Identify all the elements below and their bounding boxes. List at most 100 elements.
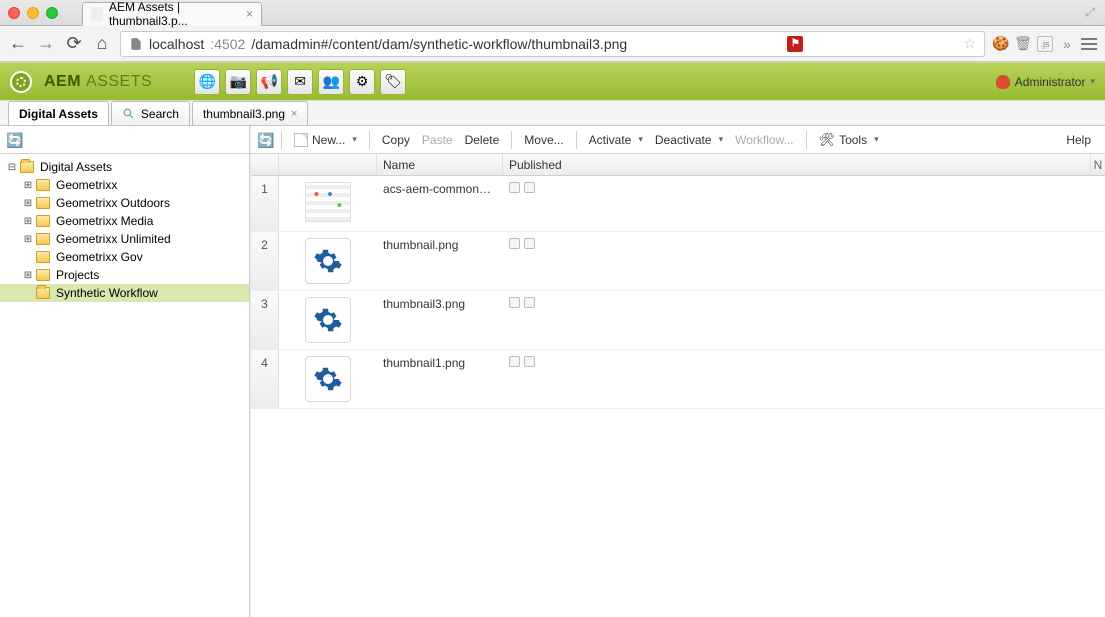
tools-button[interactable]: 🛠 Tools — [815, 130, 883, 150]
user-avatar-icon — [996, 75, 1010, 89]
header-camera-icon[interactable]: 📷 — [225, 69, 251, 95]
checkbox-icon — [524, 182, 535, 193]
app-title: AEM ASSETS — [44, 73, 152, 91]
collapse-icon[interactable]: ⊟ — [6, 162, 18, 173]
header-mail-icon[interactable]: ✉ — [287, 69, 313, 95]
address-bar[interactable]: localhost:4502/damadmin#/content/dam/syn… — [120, 31, 985, 57]
checkbox-icon — [524, 356, 535, 367]
url-path: /damadmin#/content/dam/synthetic-workflo… — [251, 36, 627, 52]
col-published[interactable]: Published — [503, 154, 1091, 175]
aem-logo-icon[interactable] — [10, 71, 32, 93]
folder-tree: ⊟ Digital Assets ⊞ Geometrixx ⊞ Geometri… — [0, 154, 249, 306]
new-button[interactable]: New... — [290, 131, 361, 149]
expand-icon[interactable]: ⤢ — [1085, 5, 1095, 20]
col-name[interactable]: Name — [377, 154, 503, 175]
flash-icon[interactable]: ⚑ — [787, 36, 803, 52]
grid-header: Name Published N — [251, 154, 1105, 176]
refresh-icon[interactable]: 🔄 — [257, 132, 273, 148]
home-button[interactable]: ⌂ — [92, 33, 112, 54]
tree-label: Projects — [56, 268, 99, 282]
chevron-ext-icon[interactable]: » — [1059, 36, 1075, 52]
tab-asset[interactable]: thumbnail3.png × — [192, 101, 309, 125]
content-pane: 🔄 New... Copy Paste Delete Move... Activ… — [250, 126, 1105, 617]
header-users-icon[interactable]: 👥 — [318, 69, 344, 95]
reload-button[interactable]: ⟳ — [64, 33, 84, 54]
close-tab-icon[interactable]: × — [246, 7, 253, 21]
new-file-icon — [294, 133, 308, 147]
grid-row[interactable]: 3 thumbnail3.png — [251, 291, 1105, 350]
grid-row[interactable]: 4 thumbnail1.png — [251, 350, 1105, 409]
col-thumbnail[interactable] — [279, 154, 377, 175]
btn-label: Activate — [589, 133, 632, 147]
window-maximize-button[interactable] — [46, 7, 58, 19]
row-published — [503, 291, 1105, 314]
window-minimize-button[interactable] — [27, 7, 39, 19]
col-number[interactable] — [251, 154, 279, 175]
tree-node-media[interactable]: ⊞ Geometrixx Media — [0, 212, 249, 230]
expand-icon[interactable]: ⊞ — [22, 198, 34, 209]
delete-button[interactable]: Delete — [461, 131, 504, 149]
col-last[interactable]: N — [1091, 154, 1105, 175]
expand-icon[interactable]: ⊞ — [22, 180, 34, 191]
refresh-icon[interactable]: 🔄 — [6, 132, 22, 148]
url-port: :4502 — [210, 36, 245, 52]
help-button[interactable]: Help — [1062, 131, 1099, 149]
row-thumbnail — [279, 176, 377, 228]
tree-node-outdoors[interactable]: ⊞ Geometrixx Outdoors — [0, 194, 249, 212]
tree-node-gov[interactable]: Geometrixx Gov — [0, 248, 249, 266]
deactivate-button[interactable]: Deactivate — [651, 131, 727, 149]
tree-label: Geometrixx Unlimited — [56, 232, 171, 246]
header-tag-icon[interactable]: 🏷 — [380, 69, 406, 95]
checkbox-icon — [509, 356, 520, 367]
move-button[interactable]: Move... — [520, 131, 567, 149]
checkbox-icon — [509, 238, 520, 249]
js-ext-icon[interactable]: .js — [1037, 36, 1053, 52]
btn-label: Paste — [422, 133, 453, 147]
tree-node-synthetic-workflow[interactable]: Synthetic Workflow — [0, 284, 249, 302]
tree-label: Geometrixx Gov — [56, 250, 143, 264]
activate-button[interactable]: Activate — [585, 131, 647, 149]
copy-button[interactable]: Copy — [378, 131, 414, 149]
tab-digital-assets[interactable]: Digital Assets — [8, 101, 109, 125]
cookie-ext-icon[interactable]: 🍪 — [993, 36, 1009, 52]
tab-label: Search — [141, 107, 179, 121]
hamburger-menu-icon[interactable] — [1081, 38, 1097, 50]
close-tab-icon[interactable]: × — [291, 108, 297, 120]
tree-node-unlimited[interactable]: ⊞ Geometrixx Unlimited — [0, 230, 249, 248]
tab-search[interactable]: Search — [111, 101, 190, 125]
user-label: Administrator — [1015, 75, 1086, 89]
btn-label: New... — [312, 133, 345, 147]
workflow-button[interactable]: Workflow... — [731, 131, 797, 149]
folder-icon — [36, 197, 50, 209]
btn-label: Workflow... — [735, 133, 793, 147]
back-button[interactable]: ← — [8, 33, 28, 54]
favicon-icon — [91, 7, 103, 21]
tree-root[interactable]: ⊟ Digital Assets — [0, 158, 249, 176]
page-icon — [129, 37, 143, 51]
header-globe-icon[interactable]: 🌐 — [194, 69, 220, 95]
folder-icon — [36, 269, 50, 281]
paste-button[interactable]: Paste — [418, 131, 457, 149]
expand-icon[interactable]: ⊞ — [22, 270, 34, 281]
forward-button[interactable]: → — [36, 33, 56, 54]
tree-node-geometrixx[interactable]: ⊞ Geometrixx — [0, 176, 249, 194]
grid-row[interactable]: 2 thumbnail.png — [251, 232, 1105, 291]
header-megaphone-icon[interactable]: 📢 — [256, 69, 282, 95]
window-close-button[interactable] — [8, 7, 20, 19]
browser-titlebar: AEM Assets | thumbnail3.p... × ⤢ — [0, 0, 1105, 26]
grid-row[interactable]: 1 acs-aem-commons-1.... — [251, 176, 1105, 232]
tree-node-projects[interactable]: ⊞ Projects — [0, 266, 249, 284]
tree-label: Digital Assets — [40, 160, 112, 174]
expand-icon[interactable]: ⊞ — [22, 234, 34, 245]
bookmark-star-icon[interactable]: ☆ — [963, 35, 976, 52]
expand-icon[interactable]: ⊞ — [22, 216, 34, 227]
user-menu[interactable]: Administrator ▾ — [996, 75, 1095, 89]
tools-icon: 🛠 — [819, 132, 836, 148]
folder-icon — [36, 233, 50, 245]
header-gear-icon[interactable]: ⚙ — [349, 69, 375, 95]
tree-label: Geometrixx Media — [56, 214, 153, 228]
row-name: acs-aem-commons-1.... — [377, 176, 503, 202]
tab-label: Digital Assets — [19, 107, 98, 121]
trash-ext-icon[interactable]: 🗑 — [1015, 36, 1031, 52]
browser-tab[interactable]: AEM Assets | thumbnail3.p... × — [82, 2, 262, 26]
